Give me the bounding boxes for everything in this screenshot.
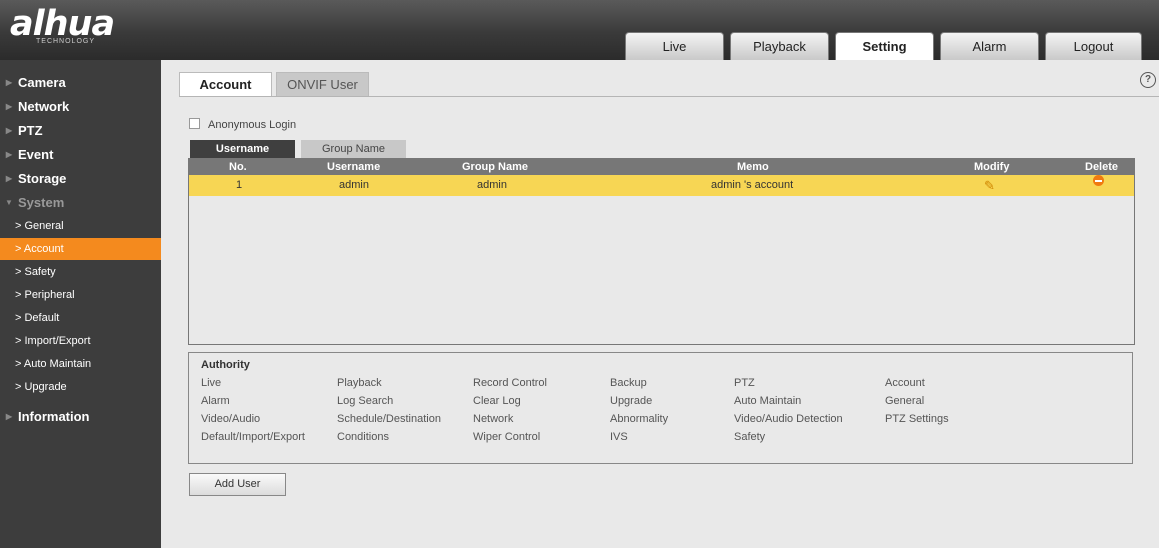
header-modify: Modify bbox=[974, 161, 1010, 173]
tab-playback[interactable]: Playback bbox=[730, 32, 829, 60]
header-delete: Delete bbox=[1085, 161, 1119, 173]
authority-item: PTZ Settings bbox=[885, 413, 949, 425]
cell-group-name: admin bbox=[477, 179, 507, 191]
expanded-arrow-icon: ▼ bbox=[5, 198, 13, 207]
sidebar-item-label: Storage bbox=[18, 171, 67, 186]
authority-item: Alarm bbox=[201, 395, 230, 407]
collapsed-arrow-icon: ▶ bbox=[5, 126, 13, 135]
authority-item: Playback bbox=[337, 377, 382, 389]
sidebar-item-label: PTZ bbox=[18, 123, 43, 138]
table-row[interactable]: 1 admin admin admin 's account ✎ bbox=[189, 175, 1134, 196]
top-nav: Live Playback Setting Alarm Logout bbox=[625, 32, 1142, 60]
delete-icon[interactable] bbox=[1093, 175, 1104, 186]
dahua-logo: alhua TECHNOLOGY bbox=[10, 4, 115, 45]
authority-item: Safety bbox=[734, 431, 766, 443]
sidebar-item-network[interactable]: ▶ Network bbox=[0, 95, 161, 118]
sidebar-sub-safety[interactable]: > Safety bbox=[0, 261, 161, 283]
authority-item: Live bbox=[201, 377, 222, 389]
cell-memo: admin 's account bbox=[711, 179, 794, 191]
sidebar: ▶ Camera ▶ Network ▶ PTZ ▶ Event ▶ Storage ▼ S… bbox=[0, 60, 161, 548]
authority-item: Backup bbox=[610, 377, 647, 389]
help-icon[interactable]: ? bbox=[1140, 72, 1156, 88]
sidebar-sub-auto-maintain[interactable]: > Auto Maintain bbox=[0, 353, 161, 375]
sidebar-item-ptz[interactable]: ▶ PTZ bbox=[0, 119, 161, 142]
tab-setting[interactable]: Setting bbox=[835, 32, 934, 60]
tab-live[interactable]: Live bbox=[625, 32, 724, 60]
tab-logout[interactable]: Logout bbox=[1045, 32, 1142, 60]
main-content: Account ONVIF User ? Anonymous Login Use… bbox=[161, 60, 1159, 548]
sidebar-sub-import-export[interactable]: > Import/Export bbox=[0, 330, 161, 352]
cell-no: 1 bbox=[236, 179, 243, 191]
authority-item: Upgrade bbox=[610, 395, 653, 407]
authority-item: Network bbox=[473, 413, 514, 425]
authority-item: General bbox=[885, 395, 925, 407]
table-header: No. Username Group Name Memo Modify Dele… bbox=[189, 159, 1134, 175]
authority-item: Account bbox=[885, 377, 925, 389]
subtab-group-name[interactable]: Group Name bbox=[301, 140, 406, 158]
sidebar-sub-general[interactable]: > General bbox=[0, 215, 161, 237]
subtab-username[interactable]: Username bbox=[190, 140, 295, 158]
sidebar-item-label: Network bbox=[18, 99, 70, 114]
content-tabs: Account ONVIF User bbox=[179, 72, 373, 97]
collapsed-arrow-icon: ▶ bbox=[5, 78, 13, 87]
sidebar-sub-peripheral[interactable]: > Peripheral bbox=[0, 284, 161, 306]
header-group-name: Group Name bbox=[462, 161, 529, 173]
collapsed-arrow-icon: ▶ bbox=[5, 150, 13, 159]
authority-item: Log Search bbox=[337, 395, 394, 407]
sidebar-item-camera[interactable]: ▶ Camera bbox=[0, 71, 161, 94]
authority-item: Wiper Control bbox=[473, 431, 541, 443]
authority-item: Record Control bbox=[473, 377, 547, 389]
sidebar-item-label: Camera bbox=[18, 75, 66, 90]
add-user-button[interactable]: Add User bbox=[189, 473, 286, 496]
collapsed-arrow-icon: ▶ bbox=[5, 174, 13, 183]
authority-item: Conditions bbox=[337, 431, 389, 443]
tab-onvif-user[interactable]: ONVIF User bbox=[276, 72, 369, 97]
authority-item: Default/Import/Export bbox=[201, 431, 305, 443]
authority-title: Authority bbox=[201, 359, 250, 371]
sidebar-item-label: Event bbox=[18, 147, 54, 162]
authority-item: Auto Maintain bbox=[734, 395, 802, 407]
tab-divider bbox=[179, 96, 1159, 97]
modify-pencil-icon[interactable]: ✎ bbox=[984, 175, 995, 196]
header-no: No. bbox=[229, 161, 247, 173]
sidebar-item-label: Information bbox=[18, 409, 90, 424]
sidebar-item-label: System bbox=[18, 195, 65, 210]
anonymous-login[interactable]: Anonymous Login bbox=[189, 118, 296, 131]
authority-item: Schedule/Destination bbox=[337, 413, 441, 425]
authority-item: Clear Log bbox=[473, 395, 521, 407]
cell-username: admin bbox=[339, 179, 369, 191]
authority-item: IVS bbox=[610, 431, 628, 443]
user-table: No. Username Group Name Memo Modify Dele… bbox=[188, 158, 1135, 345]
list-subtabs: Username Group Name bbox=[190, 140, 412, 158]
tab-account[interactable]: Account bbox=[179, 72, 272, 97]
sidebar-item-system[interactable]: ▼ System bbox=[0, 191, 161, 214]
sidebar-item-storage[interactable]: ▶ Storage bbox=[0, 167, 161, 190]
sidebar-sub-account[interactable]: > Account bbox=[0, 238, 161, 260]
anonymous-login-label: Anonymous Login bbox=[208, 119, 297, 131]
authority-item: PTZ bbox=[734, 377, 755, 389]
collapsed-arrow-icon: ▶ bbox=[5, 102, 13, 111]
authority-item: Video/Audio bbox=[201, 413, 261, 425]
anonymous-login-checkbox[interactable] bbox=[189, 118, 200, 129]
authority-item: Video/Audio Detection bbox=[734, 413, 843, 425]
sidebar-item-information[interactable]: ▶ Information bbox=[0, 405, 161, 428]
collapsed-arrow-icon: ▶ bbox=[5, 412, 13, 421]
authority-panel: Authority Live Playback Record Control B… bbox=[188, 352, 1133, 464]
tab-alarm[interactable]: Alarm bbox=[940, 32, 1039, 60]
sidebar-item-event[interactable]: ▶ Event bbox=[0, 143, 161, 166]
sidebar-sub-upgrade[interactable]: > Upgrade bbox=[0, 376, 161, 398]
authority-item: Abnormality bbox=[610, 413, 669, 425]
header: alhua TECHNOLOGY Live Playback Setting A… bbox=[0, 0, 1159, 60]
header-memo: Memo bbox=[737, 161, 769, 173]
sidebar-sub-default[interactable]: > Default bbox=[0, 307, 161, 329]
header-username: Username bbox=[327, 161, 381, 173]
